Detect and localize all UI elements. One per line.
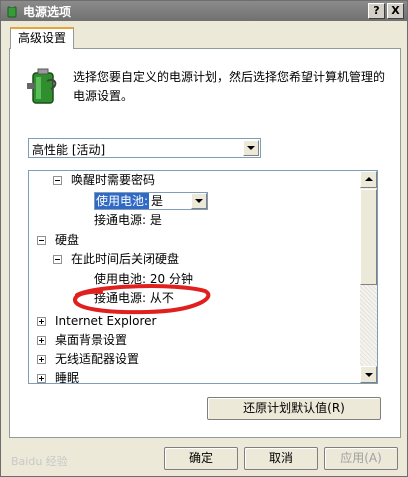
expand-icon[interactable] [37,374,46,383]
tree-item-label: 无线适配器设置 [55,352,140,366]
battery-setting-value: 是 [151,194,164,208]
power-options-icon [7,5,17,18]
settings-tree[interactable]: 唤醒时需要密码 使用电池: 是 接通电源: 是 硬盘 在此时间后关闭硬盘 使用电… [28,170,378,384]
watermark: Baidu 经验 [11,455,68,468]
chevron-down-icon[interactable] [243,140,259,156]
tree-item-label: 硬盘 [55,233,80,247]
collapse-icon[interactable] [37,236,46,245]
tree-item-label: 在此时间后关闭硬盘 [71,252,180,266]
battery-plug-icon [27,68,57,104]
annotation-ellipse [73,284,211,315]
expand-icon[interactable] [37,317,46,326]
window-title: 电源选项 [23,5,72,19]
help-button[interactable]: ? [368,3,385,19]
tree-scrollbar[interactable] [360,171,377,383]
battery-setting-select[interactable]: 使用电池: 是 [94,192,208,210]
power-options-window: 电源选项 ? X 高级设置 选择您要自定义的电源计划，然后选择您希望计算机管理的… [0,0,408,477]
tree-item-label: 睡眠 [55,371,80,384]
tree-item-label: 唤醒时需要密码 [71,173,156,187]
apply-button[interactable]: 应用(A) [324,447,398,470]
tree-item-plugged-in[interactable]: 接通电源: 是 [94,211,162,230]
scroll-down-button[interactable] [360,366,377,383]
scroll-up-button[interactable] [360,171,377,188]
title-bar[interactable]: 电源选项 ? X [1,1,407,21]
tab-advanced-settings[interactable]: 高级设置 [10,27,74,49]
power-plan-select[interactable]: 高性能 [活动] [28,138,261,158]
restore-defaults-button[interactable]: 还原计划默认值(R) [207,397,381,420]
chevron-down-icon[interactable] [191,193,207,209]
tree-item-label: 使用电池: [95,193,150,209]
ok-button[interactable]: 确定 [164,447,238,470]
instruction-text: 选择您要自定义的电源计划，然后选择您希望计算机管理的电源设置。 [73,70,386,103]
collapse-icon[interactable] [53,255,62,264]
expand-icon[interactable] [37,336,46,345]
power-plan-value: 高性能 [活动] [32,143,106,157]
scroll-thumb[interactable] [360,189,377,285]
cancel-button[interactable]: 取消 [244,447,318,470]
close-button[interactable]: X [387,3,404,19]
expand-icon[interactable] [37,355,46,364]
collapse-icon[interactable] [53,176,62,185]
tree-item-label: 桌面背景设置 [55,333,128,347]
